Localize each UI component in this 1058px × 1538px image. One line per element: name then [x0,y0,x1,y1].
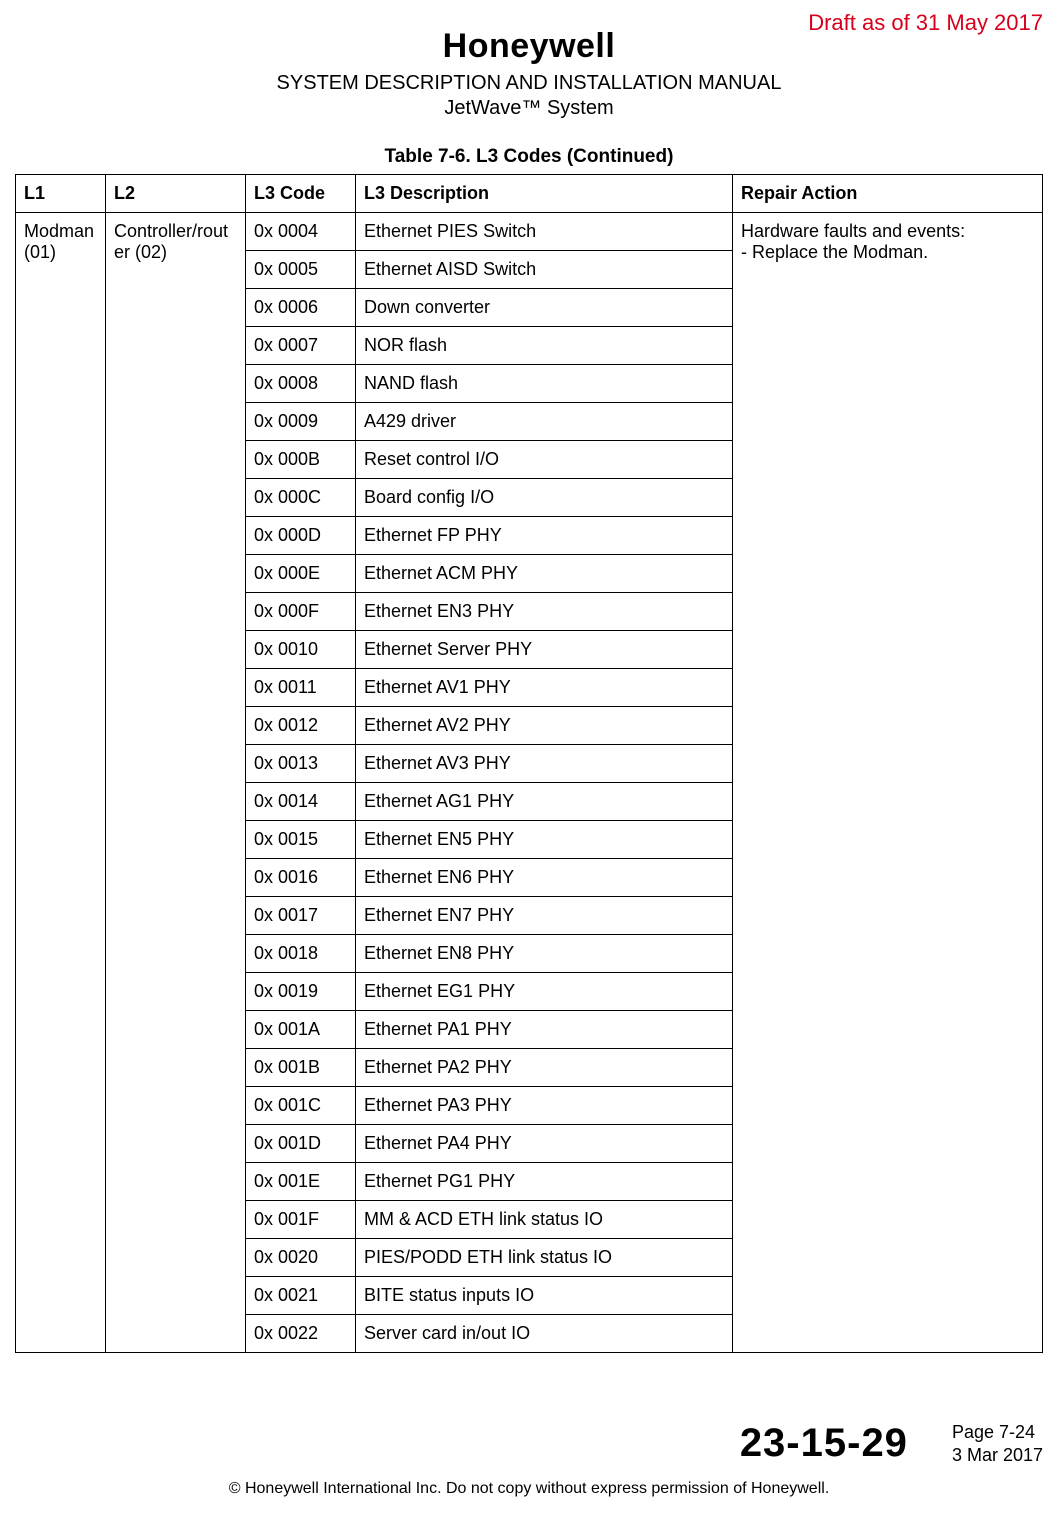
table-header-row: L1 L2 L3 Code L3 Description Repair Acti… [16,175,1043,213]
cell-l3-description: Ethernet AV3 PHY [356,745,733,783]
cell-l3-code: 0x 001A [246,1011,356,1049]
header-l1: L1 [16,175,106,213]
cell-l3-description: NAND flash [356,365,733,403]
cell-l3-description: Down converter [356,289,733,327]
cell-l3-code: 0x 0018 [246,935,356,973]
header-l3-description: L3 Description [356,175,733,213]
cell-l3-description: BITE status inputs IO [356,1277,733,1315]
copyright-notice: © Honeywell International Inc. Do not co… [15,1480,1043,1498]
cell-l3-description: Ethernet PA4 PHY [356,1125,733,1163]
cell-l3-description: Ethernet EN3 PHY [356,593,733,631]
cell-l3-description: Ethernet PA1 PHY [356,1011,733,1049]
document-title: SYSTEM DESCRIPTION AND INSTALLATION MANU… [15,72,1043,95]
table-row: Modman (01)Controller/router (02)0x 0004… [16,213,1043,251]
cell-l3-code: 0x 0017 [246,897,356,935]
cell-l3-description: Ethernet AISD Switch [356,251,733,289]
cell-l3-code: 0x 0009 [246,403,356,441]
cell-l3-code: 0x 001E [246,1163,356,1201]
cell-l3-description: PIES/PODD ETH link status IO [356,1239,733,1277]
cell-l3-code: 0x 0022 [246,1315,356,1353]
cell-l3-code: 0x 0008 [246,365,356,403]
cell-l3-code: 0x 0021 [246,1277,356,1315]
cell-l3-description: Reset control I/O [356,441,733,479]
cell-l3-description: Ethernet EG1 PHY [356,973,733,1011]
cell-l3-description: Ethernet ACM PHY [356,555,733,593]
cell-l3-code: 0x 000F [246,593,356,631]
cell-l3-description: Ethernet EN6 PHY [356,859,733,897]
cell-l3-description: Ethernet AV1 PHY [356,669,733,707]
cell-l3-description: Ethernet PA2 PHY [356,1049,733,1087]
cell-l2: Controller/router (02) [106,213,246,1353]
header-l3-code: L3 Code [246,175,356,213]
cell-l3-code: 0x 0012 [246,707,356,745]
header-repair-action: Repair Action [733,175,1043,213]
cell-l3-code: 0x 001F [246,1201,356,1239]
cell-repair-action: Hardware faults and events: - Replace th… [733,213,1043,1353]
cell-l3-description: Server card in/out IO [356,1315,733,1353]
cell-l3-code: 0x 001C [246,1087,356,1125]
header-l2: L2 [106,175,246,213]
cell-l3-code: 0x 0015 [246,821,356,859]
document-subtitle: JetWave™ System [15,97,1043,120]
cell-l3-code: 0x 000D [246,517,356,555]
cell-l3-description: Ethernet PIES Switch [356,213,733,251]
cell-l3-description: Ethernet PA3 PHY [356,1087,733,1125]
cell-l1: Modman (01) [16,213,106,1353]
cell-l3-code: 0x 000E [246,555,356,593]
cell-l3-code: 0x 0006 [246,289,356,327]
cell-l3-description: A429 driver [356,403,733,441]
page-number: Page 7-24 [952,1421,1043,1444]
document-number: 23-15-29 [740,1421,908,1466]
cell-l3-description: Ethernet PG1 PHY [356,1163,733,1201]
draft-notice: Draft as of 31 May 2017 [808,10,1043,36]
cell-l3-description: Ethernet EN8 PHY [356,935,733,973]
cell-l3-description: Ethernet AV2 PHY [356,707,733,745]
cell-l3-code: 0x 0014 [246,783,356,821]
cell-l3-code: 0x 0005 [246,251,356,289]
cell-l3-code: 0x 0019 [246,973,356,1011]
cell-l3-code: 0x 001B [246,1049,356,1087]
cell-l3-description: Ethernet FP PHY [356,517,733,555]
cell-l3-description: Ethernet EN7 PHY [356,897,733,935]
codes-table: L1 L2 L3 Code L3 Description Repair Acti… [15,174,1043,1353]
cell-l3-code: 0x 0007 [246,327,356,365]
cell-l3-description: Ethernet EN5 PHY [356,821,733,859]
cell-l3-code: 0x 0013 [246,745,356,783]
cell-l3-code: 0x 000C [246,479,356,517]
cell-l3-description: NOR flash [356,327,733,365]
page-footer: 23-15-29 Page 7-24 3 Mar 2017 © Honeywel… [15,1421,1043,1498]
cell-l3-description: Ethernet Server PHY [356,631,733,669]
cell-l3-code: 0x 0011 [246,669,356,707]
cell-l3-description: MM & ACD ETH link status IO [356,1201,733,1239]
page-date: 3 Mar 2017 [952,1444,1043,1467]
cell-l3-code: 0x 000B [246,441,356,479]
cell-l3-code: 0x 0016 [246,859,356,897]
cell-l3-description: Board config I/O [356,479,733,517]
table-caption: Table 7-6. L3 Codes (Continued) [15,146,1043,168]
cell-l3-code: 0x 0004 [246,213,356,251]
cell-l3-code: 0x 001D [246,1125,356,1163]
cell-l3-code: 0x 0010 [246,631,356,669]
cell-l3-description: Ethernet AG1 PHY [356,783,733,821]
cell-l3-code: 0x 0020 [246,1239,356,1277]
